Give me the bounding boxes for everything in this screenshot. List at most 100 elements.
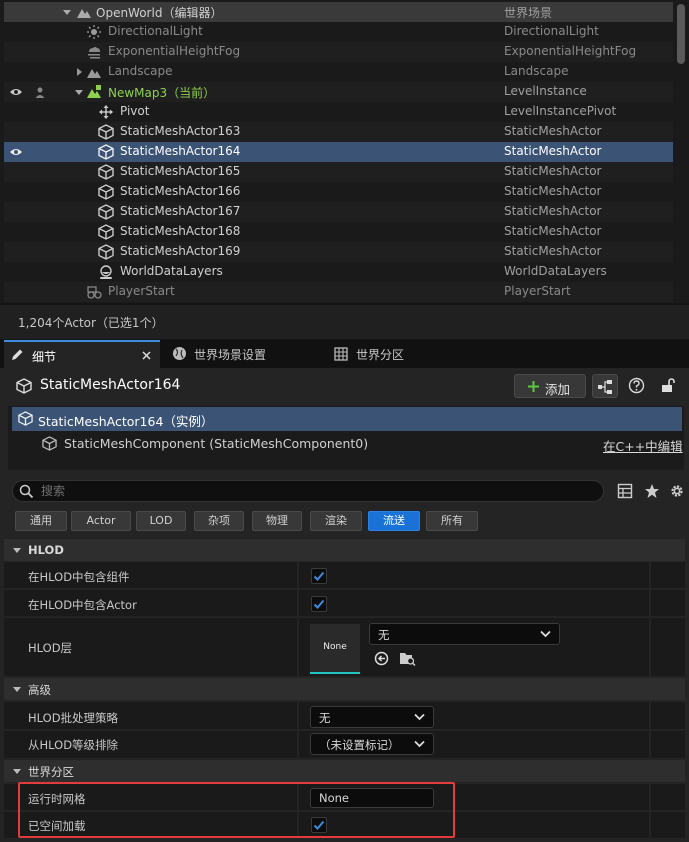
- close-icon[interactable]: [142, 351, 151, 360]
- outliner-row-heightfog[interactable]: ExponentialHeightFog ExponentialHeightFo…: [4, 42, 673, 62]
- collapse-arrow-icon: [13, 548, 21, 553]
- actor-count-text: 1,204个Actor（已选1个）: [18, 316, 164, 330]
- add-button-label: 添加: [545, 382, 571, 397]
- visibility-eye-icon[interactable]: [9, 145, 23, 159]
- unlock-icon[interactable]: [660, 377, 676, 393]
- batching-policy-combo[interactable]: 无: [310, 706, 434, 728]
- outliner-row-newmap3[interactable]: NewMap3（当前） LevelInstance: [4, 82, 673, 102]
- plus-icon: [528, 381, 539, 392]
- filter-streaming[interactable]: 流送: [368, 511, 420, 531]
- star-icon[interactable]: [644, 483, 660, 499]
- filter-misc[interactable]: 杂项: [194, 511, 244, 531]
- actor-name-title: StaticMeshActor164: [40, 377, 181, 393]
- outliner-row-staticmeshactor165[interactable]: StaticMeshActor165 StaticMeshActor: [4, 162, 673, 182]
- filter-general[interactable]: 通用: [15, 511, 67, 531]
- outliner-row-pivot[interactable]: Pivot LevelInstancePivot: [4, 102, 673, 122]
- use-selected-arrow-icon[interactable]: [374, 651, 389, 666]
- search-input[interactable]: [39, 483, 579, 499]
- pencil-icon: [12, 349, 23, 360]
- blueprint-button[interactable]: [592, 374, 618, 398]
- tab-world-partition[interactable]: 世界分区: [326, 340, 482, 368]
- component-root-label: StaticMeshActor164（实例）: [38, 414, 214, 429]
- outliner-scrollbar[interactable]: [677, 4, 685, 64]
- section-world-partition-header[interactable]: 世界分区: [4, 760, 685, 782]
- panel-tabs: 细节 世界场景设置 世界分区: [0, 340, 689, 368]
- outliner-row-directionallight[interactable]: DirectionalLight DirectionalLight: [4, 22, 673, 42]
- help-icon[interactable]: [628, 377, 645, 394]
- collapse-arrow-icon[interactable]: [62, 7, 72, 17]
- include-components-checkbox[interactable]: [311, 568, 327, 584]
- outliner-row-playerstart[interactable]: PlayerStart PlayerStart: [4, 282, 673, 302]
- spatially-loaded-checkbox[interactable]: [311, 817, 327, 833]
- field-value: None: [319, 791, 350, 805]
- row-type: WorldDataLayers: [504, 264, 607, 278]
- exclude-levels-combo[interactable]: （未设置标记）: [310, 733, 434, 755]
- row-name: DirectionalLight: [108, 24, 203, 38]
- table-view-icon[interactable]: [617, 483, 633, 499]
- outliner-row-staticmeshactor164[interactable]: StaticMeshActor164 StaticMeshActor: [4, 142, 673, 162]
- tab-label: 世界场景设置: [194, 348, 267, 362]
- prop-label: HLOD层: [28, 641, 73, 655]
- gear-icon[interactable]: [669, 483, 685, 499]
- filter-physics[interactable]: 物理: [252, 511, 302, 531]
- world-icon: [77, 9, 91, 18]
- outliner-row-staticmeshactor163[interactable]: StaticMeshActor163 StaticMeshActor: [4, 122, 673, 142]
- row-type: LevelInstance: [504, 84, 587, 98]
- component-root-row[interactable]: StaticMeshActor164（实例）: [12, 407, 682, 431]
- row-type: StaticMeshActor: [504, 144, 602, 158]
- add-component-button[interactable]: 添加: [514, 374, 586, 398]
- collapse-arrow-icon: [13, 769, 21, 774]
- person-icon[interactable]: [33, 85, 47, 99]
- row-type: LevelInstancePivot: [504, 104, 617, 118]
- expand-arrow-icon[interactable]: [74, 67, 84, 77]
- filter-rendering[interactable]: 渲染: [310, 511, 362, 531]
- section-title: 高级: [28, 683, 51, 697]
- row-name: NewMap3（当前）: [108, 86, 216, 100]
- outliner-row-staticmeshactor168[interactable]: StaticMeshActor168 StaticMeshActor: [4, 222, 673, 242]
- outliner-row-staticmeshactor166[interactable]: StaticMeshActor166 StaticMeshActor: [4, 182, 673, 202]
- edit-in-cpp-link[interactable]: 在C++中编辑: [603, 436, 683, 455]
- tab-label: 世界分区: [356, 348, 405, 362]
- chevron-down-icon: [414, 740, 425, 748]
- outliner-row-openworld[interactable]: OpenWorld（编辑器） 世界场景: [4, 2, 673, 22]
- outliner-row-worlddatalayers[interactable]: WorldDataLayers WorldDataLayers: [4, 262, 673, 282]
- row-name: StaticMeshActor166: [120, 184, 241, 198]
- static-mesh-icon: [18, 411, 33, 426]
- filter-all[interactable]: 所有: [426, 511, 478, 531]
- prop-label: 运行时网格: [28, 792, 86, 806]
- hlod-layer-combo[interactable]: 无: [369, 623, 560, 645]
- section-hlod-header[interactable]: HLOD: [4, 539, 685, 561]
- level-instance-icon: [87, 85, 101, 98]
- row-type: StaticMeshActor: [504, 244, 602, 258]
- checkmark-icon: [313, 599, 325, 609]
- checkmark-icon: [313, 820, 325, 830]
- asset-thumbnail[interactable]: None: [310, 624, 360, 674]
- row-type: StaticMeshActor: [504, 184, 602, 198]
- browse-folder-icon[interactable]: [399, 651, 416, 666]
- pivot-move-icon: [99, 105, 113, 119]
- combo-value: 无: [378, 628, 390, 642]
- filter-lod[interactable]: LOD: [136, 511, 186, 531]
- visibility-eye-icon[interactable]: [9, 85, 23, 99]
- checkmark-icon: [313, 571, 325, 581]
- prop-hlod-layer-row: HLOD层 None 无: [4, 618, 685, 677]
- outliner-row-staticmeshactor169[interactable]: StaticMeshActor169 StaticMeshActor: [4, 242, 673, 262]
- row-name: WorldDataLayers: [120, 264, 223, 278]
- prop-runtime-grid-row: 运行时网格 None: [4, 784, 685, 811]
- section-advanced-header[interactable]: 高级: [4, 678, 685, 700]
- include-actor-checkbox[interactable]: [311, 596, 327, 612]
- tab-details[interactable]: 细节: [4, 340, 160, 368]
- row-type: StaticMeshActor: [504, 164, 602, 178]
- runtime-grid-field[interactable]: None: [310, 788, 434, 808]
- filter-actor[interactable]: Actor: [71, 511, 131, 531]
- static-mesh-icon: [98, 224, 114, 240]
- world-outliner: OpenWorld（编辑器） 世界场景 DirectionalLight Dir…: [0, 0, 689, 303]
- tab-world-settings[interactable]: 世界场景设置: [164, 340, 320, 368]
- collapse-arrow-icon[interactable]: [74, 87, 84, 97]
- outliner-row-landscape[interactable]: Landscape Landscape: [4, 62, 673, 82]
- static-mesh-icon: [98, 184, 114, 200]
- details-search-box[interactable]: [12, 480, 604, 502]
- outliner-row-staticmeshactor167[interactable]: StaticMeshActor167 StaticMeshActor: [4, 202, 673, 222]
- prop-include-components-row: 在HLOD中包含组件: [4, 562, 685, 589]
- row-name: Pivot: [120, 104, 150, 118]
